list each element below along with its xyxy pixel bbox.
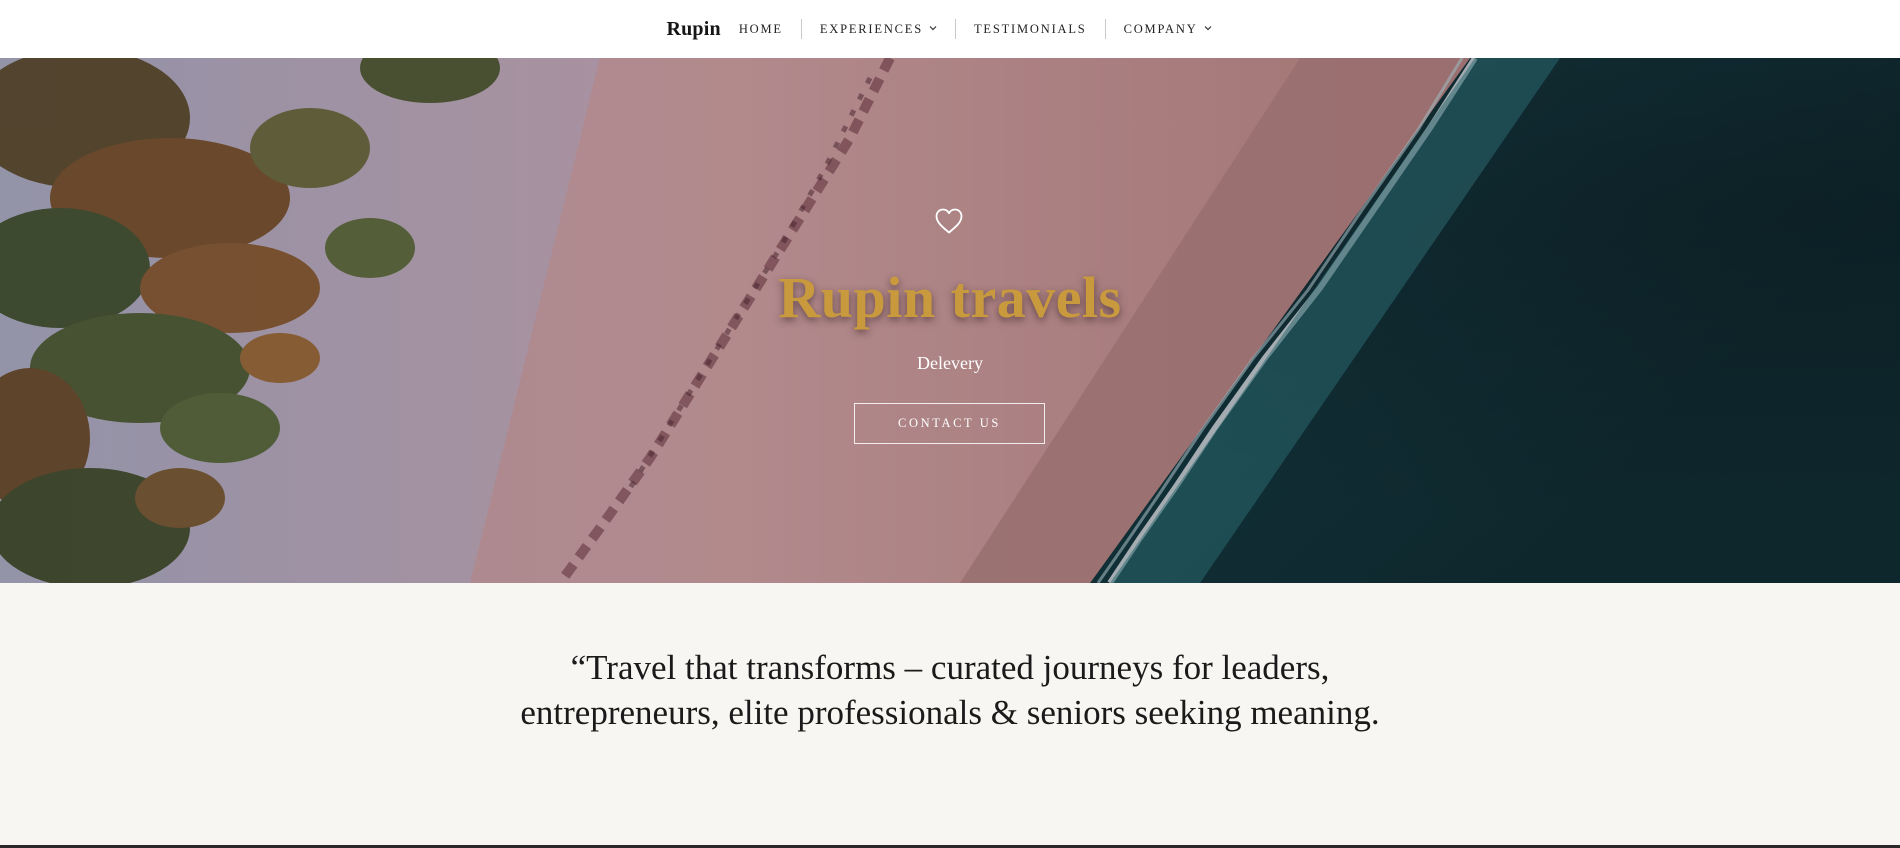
tagline-quote: “Travel that transforms – curated journe… bbox=[520, 648, 1380, 732]
chevron-down-icon bbox=[929, 26, 937, 31]
chevron-down-icon bbox=[1204, 26, 1211, 31]
brand-logo[interactable]: Rupin bbox=[666, 18, 720, 41]
hero-title: Rupin travels bbox=[778, 265, 1122, 330]
contact-us-label: CONTACT US bbox=[898, 416, 1001, 430]
hero-section: Rupin travels Delevery CONTACT US bbox=[0, 58, 1900, 583]
nav-testimonials-label: TESTIMONIALS bbox=[973, 21, 1087, 36]
nav-company-label: COMPANY bbox=[1123, 21, 1198, 36]
top-navigation: Rupin HOME EXPERIENCES TESTIMONIALS COMP… bbox=[0, 0, 1900, 58]
nav-company-link[interactable]: COMPANY bbox=[1106, 22, 1230, 37]
hero-content: Rupin travels Delevery CONTACT US bbox=[0, 58, 1900, 583]
nav-home-label: HOME bbox=[738, 21, 783, 36]
heart-outline-icon bbox=[935, 208, 963, 234]
nav-inner: Rupin HOME EXPERIENCES TESTIMONIALS COMP… bbox=[666, 0, 1229, 58]
nav-testimonials-link[interactable]: TESTIMONIALS bbox=[956, 22, 1105, 37]
nav-home-link[interactable]: HOME bbox=[739, 22, 801, 37]
hero-subtitle: Delevery bbox=[917, 353, 983, 373]
nav-experiences-label: EXPERIENCES bbox=[819, 21, 923, 36]
quote-section: “Travel that transforms – curated journe… bbox=[0, 583, 1900, 845]
nav-experiences-link[interactable]: EXPERIENCES bbox=[802, 22, 955, 37]
contact-us-button[interactable]: CONTACT US bbox=[854, 403, 1045, 444]
